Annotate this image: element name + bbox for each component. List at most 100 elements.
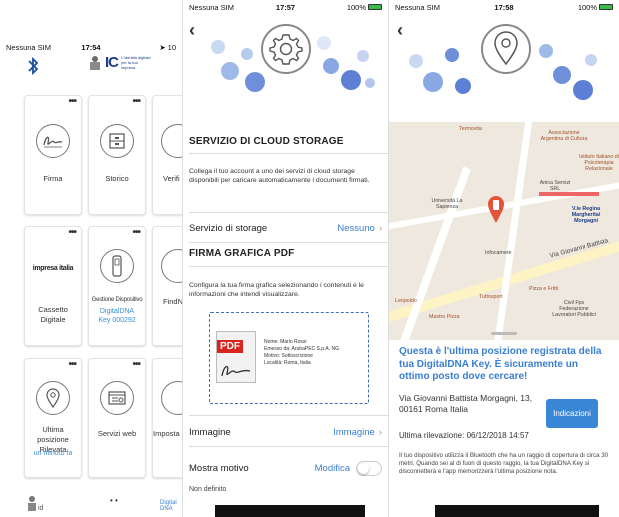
- tile-firma[interactable]: ••• Firma: [24, 95, 82, 215]
- map-view[interactable]: Termovita Associazione Argentina di Cult…: [389, 122, 619, 352]
- image-label: Immagine: [189, 426, 231, 438]
- location-card: Questa è l'ultima posizione registrata d…: [389, 332, 619, 517]
- app-screenshots: Nessuna SIM 17:54 ➤ 10 IC L'identità digi…: [0, 0, 619, 517]
- image-row[interactable]: Immagine Immagine ›: [183, 420, 388, 444]
- cloud-storage-description: Collega il tuo account a uno dei servizi…: [189, 168, 370, 184]
- home-screen: Nessuna SIM 17:54 ➤ 10 IC L'identità digi…: [0, 0, 182, 517]
- pdf-signature-description: Configura la tua firma grafica seleziona…: [189, 282, 364, 298]
- id-logo-icon: id: [28, 496, 44, 512]
- last-seen-time: un minuto fa: [33, 450, 73, 457]
- back-button[interactable]: ‹: [189, 20, 195, 41]
- tile-impostazioni[interactable]: Imposta: [152, 358, 182, 478]
- bottom-bar: id • • Digital DNA: [0, 492, 182, 517]
- storage-service-value[interactable]: Nessuno: [337, 223, 375, 234]
- usb-key-icon: [100, 249, 134, 283]
- pdf-signature-title: FIRMA GRAFICA PDF: [189, 248, 295, 259]
- more-icon[interactable]: •••: [68, 96, 76, 107]
- signature-scribble-icon: [221, 365, 251, 377]
- battery-text: 100%: [346, 2, 366, 12]
- map-label: Leopoldo: [395, 298, 417, 304]
- tile-cassetto-digitale[interactable]: ••• impresa italia Cassetto Digitale: [24, 226, 82, 346]
- tile-ultima-posizione[interactable]: ••• Ultima posizione Rilevata un minuto …: [24, 358, 82, 478]
- digitaldna-tab[interactable]: Digital DNA: [160, 500, 182, 512]
- edit-motive-link[interactable]: Modifica: [315, 463, 350, 474]
- pdf-file-icon: PDF: [216, 331, 256, 383]
- storage-service-row[interactable]: Servizio di storage Nessuno ›: [183, 216, 388, 240]
- bluetooth-icon[interactable]: [26, 56, 40, 76]
- divider: [189, 415, 388, 416]
- divider: [189, 242, 388, 243]
- tile-verifica[interactable]: Verifi: [152, 95, 182, 215]
- web-services-icon: [100, 381, 134, 415]
- verify-icon: [161, 124, 182, 158]
- motive-sublabel: Non definito: [189, 486, 227, 493]
- chevron-right-icon: ›: [378, 426, 382, 438]
- logo-brand: IC: [105, 54, 119, 71]
- home-indicator: [435, 505, 599, 517]
- location-card-title: Questa è l'ultima posizione registrata d…: [399, 346, 602, 382]
- more-icon[interactable]: •••: [68, 359, 76, 370]
- tile-label: Cassetto Digitale: [38, 305, 68, 324]
- last-position-screen: Nessuna SIM 17:58 100% ‹ Termovita Assoc…: [388, 0, 619, 517]
- signature-icon: [36, 124, 70, 158]
- fingerprint-icon: [161, 249, 182, 283]
- tile-servizi-web[interactable]: ••• Servizi web: [88, 358, 146, 478]
- clock: 17:57: [275, 2, 296, 12]
- status-bar: Nessuna SIM 17:57 100%: [183, 0, 388, 14]
- image-value[interactable]: Immagine: [333, 427, 375, 438]
- map-label: Università La Sapienza: [431, 198, 463, 210]
- show-motive-row[interactable]: Mostra motivo Modifica: [183, 456, 388, 480]
- logo-emblem-icon: [90, 55, 100, 70]
- sig-info-line: Emesso da: ArubaPEC S.p.A. NG: [264, 346, 340, 352]
- tile-findme[interactable]: FindN: [152, 226, 182, 346]
- more-icon[interactable]: •••: [68, 227, 76, 238]
- cloud-storage-title: SERVIZIO DI CLOUD STORAGE: [189, 136, 344, 147]
- map-label: Associazione Argentina di Cultura: [540, 130, 588, 142]
- status-bar: Nessuna SIM 17:58 100%: [389, 0, 619, 14]
- map-marker-icon[interactable]: [487, 194, 505, 224]
- tile-label: Storico: [105, 174, 129, 183]
- status-bar: Nessuna SIM 17:54 ➤ 10: [0, 40, 182, 54]
- signature-info: Nome: Mario Rossi Emesso da: ArubaPEC S.…: [264, 339, 339, 367]
- page-indicator[interactable]: • •: [110, 496, 118, 505]
- divider: [189, 266, 388, 267]
- more-icon[interactable]: •••: [132, 96, 140, 107]
- header-illustration: [183, 14, 388, 120]
- more-icon[interactable]: •••: [132, 227, 140, 238]
- show-motive-label: Mostra motivo: [189, 462, 249, 474]
- map-label: Pizza e Fritti: [529, 286, 559, 292]
- settings-icon: [161, 381, 182, 415]
- tile-label: FindN: [163, 297, 182, 306]
- settings-screen: Nessuna SIM 17:57 100% ‹ SERVIZIO DI CLO…: [182, 0, 388, 517]
- signature-preview[interactable]: PDF Nome: Mario Rossi Emesso da: ArubaPE…: [209, 312, 369, 404]
- address-line: Via Giovanni Battista Morgagni, 13,: [399, 393, 533, 403]
- address-line: 00161 Roma Italia: [399, 404, 468, 414]
- device-id: DigitalDNA Key 000292: [98, 308, 136, 324]
- map-label: Tuttosport: [479, 294, 503, 300]
- battery-indicator: ➤ 10: [159, 42, 176, 52]
- clock: 17:58: [494, 2, 514, 12]
- map-label: Termovita: [459, 126, 482, 132]
- bluetooth-note: Il tuo dispositivo utilizza il Bluetooth…: [399, 452, 609, 475]
- drag-handle[interactable]: [491, 332, 517, 335]
- back-button[interactable]: ‹: [397, 20, 403, 41]
- impresa-italia-logo: impresa italia: [32, 265, 74, 272]
- show-motive-toggle[interactable]: [356, 460, 382, 476]
- battery-indicator: 100%: [347, 3, 382, 12]
- tile-storico[interactable]: ••• Storico: [88, 95, 146, 215]
- battery-indicator: 100%: [578, 3, 613, 12]
- directions-button[interactable]: Indicazioni: [546, 399, 598, 428]
- tile-label: Verifi: [163, 174, 180, 183]
- carrier-label: Nessuna SIM: [6, 42, 52, 52]
- divider: [189, 446, 388, 447]
- logo-tagline: L'identità digitale per la tua impresa: [121, 55, 151, 70]
- divider: [189, 153, 388, 154]
- map-label: Civil Fps Federazione Lavoratori Pubblic…: [552, 300, 596, 318]
- last-detection: Ultima rilevazione: 06/12/2018 14:57: [399, 431, 529, 440]
- tile-gestione-dispositivo[interactable]: ••• Gestione Dispositivo DigitalDNA Key …: [88, 226, 146, 346]
- carrier-label: Nessuna SIM: [395, 2, 441, 12]
- battery-text: 10: [167, 42, 176, 52]
- svg-text:id: id: [38, 505, 44, 512]
- more-icon[interactable]: •••: [132, 359, 140, 370]
- divider: [189, 212, 388, 213]
